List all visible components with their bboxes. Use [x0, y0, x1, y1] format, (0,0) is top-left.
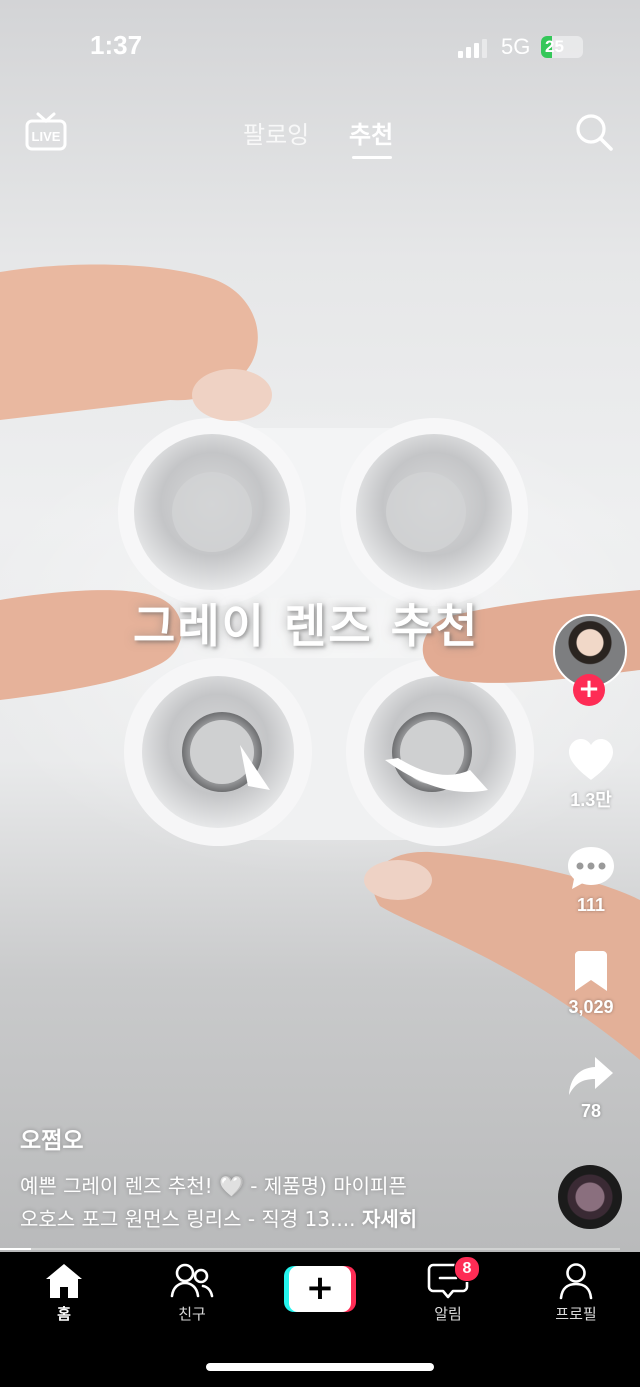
network-type: 5G — [501, 34, 531, 59]
create-plus-icon: + — [289, 1266, 351, 1312]
nav-profile[interactable]: 프로필 — [526, 1262, 626, 1324]
battery-indicator: 25 — [541, 36, 583, 58]
nav-inbox-label: 알림 — [434, 1305, 462, 1323]
svg-text:LIVE: LIVE — [32, 129, 61, 144]
share-button[interactable]: 78 — [556, 1055, 626, 1122]
home-icon — [46, 1264, 82, 1298]
nav-inbox[interactable]: 8 알림 — [398, 1256, 498, 1324]
like-button[interactable]: 1.3만 — [556, 738, 626, 812]
caption-line-2: 오호스 포그 원먼스 링리스 - 직경 13.... 자세히 — [20, 1203, 540, 1232]
creator-avatar-button[interactable]: + — [553, 614, 627, 706]
profile-icon — [559, 1263, 593, 1300]
signal-icon — [458, 39, 487, 58]
video-overlay-title: 그레이 렌즈 추천 — [133, 599, 480, 653]
follow-plus-button[interactable]: + — [573, 674, 605, 706]
comment-icon — [568, 847, 614, 889]
nav-home-label: 홈 — [57, 1305, 71, 1323]
home-indicator[interactable] — [206, 1363, 434, 1371]
tab-for-you[interactable]: 추천 — [349, 115, 393, 150]
comment-button[interactable]: 111 — [556, 845, 626, 916]
like-count: 1.3만 — [570, 790, 612, 810]
bookmark-button[interactable]: 3,029 — [556, 951, 626, 1018]
music-disc[interactable] — [558, 1165, 622, 1229]
heart-icon — [569, 739, 613, 780]
share-count: 78 — [580, 1101, 602, 1121]
screen: 1:37 5G 25 LIVE 팔로잉 추천 그레이 렌즈 추천 + 1.3만 — [0, 0, 640, 1387]
search-icon[interactable] — [574, 112, 614, 152]
status-time: 1:37 — [90, 30, 143, 60]
caption-line-2-text: 오호스 포그 원먼스 링리스 - 직경 13.... — [20, 1207, 356, 1231]
share-icon — [569, 1057, 613, 1095]
playback-progress-fill — [0, 1248, 31, 1250]
nav-friends[interactable]: 친구 — [142, 1262, 242, 1324]
active-tab-underline — [352, 156, 392, 159]
caption-line-1: 예쁜 그레이 렌즈 추천! 🤍 - 제품명) 마이피픈 — [20, 1174, 407, 1198]
nav-profile-label: 프로필 — [555, 1305, 597, 1323]
bookmark-count: 3,029 — [568, 997, 614, 1017]
nav-home[interactable]: 홈 — [14, 1262, 114, 1324]
bookmark-icon — [575, 951, 607, 991]
playback-progress-bar[interactable] — [0, 1248, 620, 1250]
tab-following[interactable]: 팔로잉 — [243, 115, 309, 150]
live-icon[interactable]: LIVE — [24, 110, 68, 154]
inbox-badge: 8 — [454, 1256, 480, 1282]
friends-icon — [170, 1263, 214, 1298]
comment-count: 111 — [576, 895, 606, 915]
create-button[interactable]: + — [284, 1266, 356, 1312]
battery-level: 25 — [545, 37, 564, 56]
see-more-link[interactable]: 자세히 — [362, 1207, 417, 1231]
creator-username[interactable]: 오쩜오 — [20, 1121, 83, 1155]
nav-friends-label: 친구 — [178, 1305, 206, 1323]
